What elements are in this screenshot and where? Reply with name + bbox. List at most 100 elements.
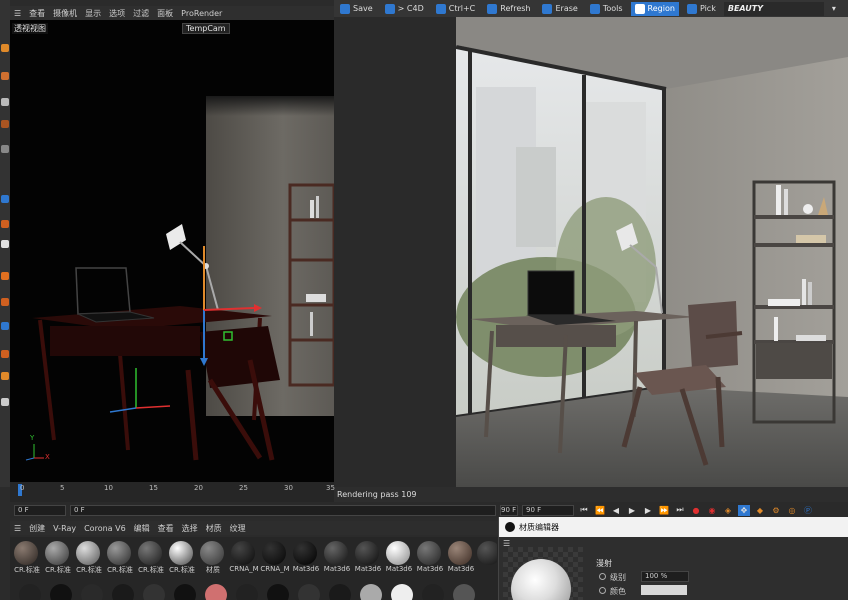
rendered-image[interactable] <box>456 17 848 487</box>
autokey-icon[interactable]: ◉ <box>706 505 718 516</box>
material-menu-item[interactable]: 创建 <box>29 523 45 534</box>
tick-label: 15 <box>149 484 158 492</box>
rotate-key-icon[interactable]: ◆ <box>754 505 766 516</box>
pla-key-icon[interactable]: Ⓟ <box>802 505 814 516</box>
current-frame-field[interactable]: 0 F <box>70 504 496 516</box>
viewport-menu-item[interactable]: 选项 <box>109 8 125 19</box>
level-input[interactable]: 100 % <box>641 571 689 582</box>
tool-icon[interactable] <box>1 272 9 280</box>
material-swatch[interactable]: CR.标准 <box>105 539 133 577</box>
tool-icon[interactable] <box>1 220 9 228</box>
preview-sphere <box>511 559 571 600</box>
axis-x-label: X <box>45 453 50 461</box>
start-frame-field[interactable]: 0 F <box>14 504 66 516</box>
material-swatch[interactable]: Mat3d6 <box>384 539 412 577</box>
c4d-logo-icon <box>505 522 515 532</box>
record-icon[interactable]: ● <box>690 505 702 516</box>
material-editor: 材质编辑器 ☰ 漫射 级别 100 % 颜色 <box>498 517 848 600</box>
animate-dot-icon[interactable] <box>599 573 606 580</box>
material-swatch[interactable]: Mat3d6 <box>353 539 381 577</box>
material-swatch[interactable]: Mat3d6 <box>415 539 443 577</box>
material-menu-item[interactable]: 查看 <box>158 523 174 534</box>
save-button[interactable]: Save <box>336 2 377 16</box>
region-label: Region <box>647 4 675 13</box>
tool-icon[interactable] <box>1 120 9 128</box>
tool-icon[interactable] <box>1 350 9 358</box>
chevron-down-icon[interactable]: ▾ <box>828 2 840 16</box>
material-menu-item[interactable]: 选择 <box>182 523 198 534</box>
refresh-button[interactable]: Refresh <box>483 2 534 16</box>
material-swatch[interactable]: CRNA_M <box>229 539 259 577</box>
viewport-menu-item[interactable]: 面板 <box>157 8 173 19</box>
animate-dot-icon[interactable] <box>599 587 606 594</box>
viewport-menu-item[interactable]: 查看 <box>29 8 45 19</box>
tool-icon[interactable] <box>1 44 9 52</box>
render-scene <box>456 17 848 487</box>
material-menu-item[interactable]: 编辑 <box>134 523 150 534</box>
viewport-menu-item[interactable]: 显示 <box>85 8 101 19</box>
tick-label: 35 <box>326 484 335 492</box>
move-key-icon[interactable]: ✥ <box>738 504 750 516</box>
region-button[interactable]: Region <box>630 1 679 16</box>
tools-button[interactable]: Tools <box>586 2 627 16</box>
scale-key-icon[interactable]: ⚙ <box>770 505 782 516</box>
tool-icon[interactable] <box>1 372 9 380</box>
viewport-menu-item[interactable]: 过滤 <box>133 8 149 19</box>
goto-end-icon[interactable]: ⏭ <box>674 505 686 516</box>
tool-icon[interactable] <box>1 240 9 248</box>
key-mode-icon[interactable]: ◈ <box>722 505 734 516</box>
goto-start-icon[interactable]: ⏮ <box>578 505 590 516</box>
next-key-icon[interactable]: ⏩ <box>658 505 670 516</box>
tool-icon[interactable] <box>1 322 9 330</box>
color-swatch[interactable] <box>641 585 687 595</box>
perspective-viewport[interactable]: 透视视图 TempCam Y X <box>10 20 334 482</box>
tool-icon[interactable] <box>1 98 9 106</box>
tool-icon[interactable] <box>1 195 9 203</box>
tool-icon[interactable] <box>1 72 9 80</box>
material-swatch[interactable]: Mat3d6 <box>322 539 350 577</box>
material-swatch[interactable]: Mat3d6 <box>291 539 319 577</box>
tool-icon[interactable] <box>1 298 9 306</box>
tool-icon[interactable] <box>1 398 9 406</box>
material-swatch[interactable]: CR.标准 <box>167 539 195 577</box>
material-menu-item[interactable]: V-Ray <box>53 524 76 533</box>
to-c4d-button[interactable]: > C4D <box>381 2 428 16</box>
camera-selector[interactable]: TempCam <box>182 23 230 34</box>
prev-frame-icon[interactable]: ◀ <box>610 505 622 516</box>
copy-label: Ctrl+C <box>448 4 476 13</box>
material-swatch[interactable]: CR.标准 <box>43 539 71 577</box>
material-menu-item[interactable]: 材质 <box>206 523 222 534</box>
material-swatch[interactable]: Mat3d6 <box>446 539 474 577</box>
material-swatch[interactable]: CR.标准 <box>74 539 102 577</box>
material-label: CR.标准 <box>76 566 102 574</box>
gear-icon <box>589 3 600 14</box>
timeline-ruler[interactable]: 0 5 10 15 20 25 30 35 <box>10 482 335 502</box>
material-label: Mat3d6 <box>416 565 444 573</box>
hamburger-icon[interactable]: ☰ <box>14 524 21 533</box>
play-icon[interactable]: ▶ <box>626 505 638 516</box>
material-editor-title: 材质编辑器 <box>519 522 559 532</box>
param-key-icon[interactable]: ◎ <box>786 505 798 516</box>
render-pass-label: BEAUTY <box>727 4 763 13</box>
pick-button[interactable]: Pick <box>683 2 720 16</box>
erase-button[interactable]: Erase <box>538 2 581 16</box>
end-frame-field[interactable]: 90 F <box>522 504 574 516</box>
material-swatch[interactable]: 材质 <box>198 539 226 577</box>
prev-key-icon[interactable]: ⏪ <box>594 505 606 516</box>
material-menu-item[interactable]: Corona V6 <box>84 524 126 533</box>
next-frame-icon[interactable]: ▶ <box>642 505 654 516</box>
material-swatch[interactable] <box>477 539 497 577</box>
tick-label: 10 <box>104 484 113 492</box>
hamburger-icon[interactable]: ☰ <box>14 9 21 18</box>
copy-button[interactable]: Ctrl+C <box>432 2 480 16</box>
material-swatch[interactable]: CRNA_M <box>260 539 290 577</box>
viewport-menu-item[interactable]: ProRender <box>181 9 222 18</box>
tool-icon[interactable] <box>1 145 9 153</box>
viewport-menu-item[interactable]: 摄像机 <box>53 8 77 19</box>
material-label: Mat3d6 <box>447 565 475 573</box>
material-swatch[interactable]: CR.标准 <box>12 539 40 577</box>
pick-label: Pick <box>699 4 716 13</box>
material-swatch[interactable]: CR.标准 <box>136 539 164 577</box>
render-pass-selector[interactable]: BEAUTY <box>723 1 824 16</box>
material-menu-item[interactable]: 纹理 <box>230 523 246 534</box>
